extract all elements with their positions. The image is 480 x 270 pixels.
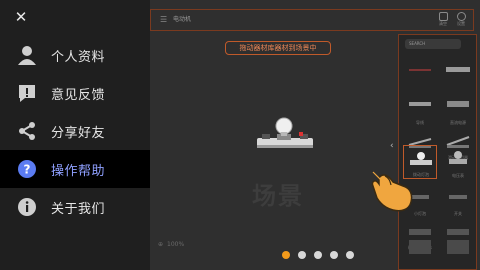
menu-item-label: 分享好友 — [51, 125, 106, 141]
equipment-item[interactable] — [403, 57, 437, 91]
search-input[interactable]: SEARCH — [405, 39, 461, 49]
equipment-item[interactable] — [441, 57, 475, 91]
page-indicator — [282, 251, 354, 259]
page-dot[interactable] — [314, 251, 322, 259]
gear-icon — [456, 12, 466, 21]
page-dot[interactable] — [298, 251, 306, 259]
menu-item-label: 意见反馈 — [51, 87, 106, 103]
equipment-thumb[interactable] — [409, 240, 431, 254]
equipment-item[interactable]: 开关 — [441, 183, 475, 217]
side-menu: ✕ 个人资料 意见反馈 分享好友 ? 操作帮助 关于我们 — [0, 0, 150, 270]
menu-icon[interactable]: ☰ — [160, 15, 170, 25]
close-icon[interactable]: ✕ — [12, 8, 30, 26]
crosshair-icon: ⊕ — [158, 241, 164, 248]
menu-item-label: 关于我们 — [51, 201, 106, 217]
trash-icon — [438, 12, 448, 21]
equipment-panel: SEARCH 导线 直流电源 滑动变阻器 拨动灯泡 电压表 小灯泡 开关 — [398, 34, 477, 270]
page-dot[interactable] — [330, 251, 338, 259]
settings-button[interactable]: 设置 — [455, 12, 467, 27]
equipment-item[interactable]: 导线 — [403, 92, 437, 126]
user-icon — [17, 45, 37, 65]
menu-item-feedback[interactable]: 意见反馈 — [0, 74, 150, 112]
menu-item-label: 操作帮助 — [51, 163, 106, 179]
arrow-left-icon: ‹ — [390, 141, 394, 151]
menu-item-label: 个人资料 — [51, 49, 106, 65]
menu-item-share[interactable]: 分享好友 — [0, 112, 150, 150]
zoom-label: 100% — [167, 241, 185, 248]
pointer-hand-icon — [365, 160, 420, 215]
equipment-thumb[interactable] — [447, 240, 469, 254]
clear-button[interactable]: 清空 — [437, 12, 449, 27]
page-dot[interactable] — [282, 251, 290, 259]
scene-watermark: 场景 — [252, 182, 304, 210]
menu-item-help[interactable]: ? 操作帮助 — [0, 150, 150, 188]
bulb-device[interactable] — [255, 114, 315, 154]
zoom-control[interactable]: ⊕ 100% — [158, 241, 184, 248]
page-dot[interactable] — [346, 251, 354, 259]
menu-item-about[interactable]: 关于我们 — [0, 188, 150, 226]
menu-item-profile[interactable]: 个人资料 — [0, 36, 150, 74]
equipment-item[interactable]: 电压表 — [441, 145, 475, 179]
equipment-item[interactable]: 直流电源 — [441, 92, 475, 126]
drag-hint: 拖动器材库器材到场景中 — [225, 41, 331, 55]
share-icon — [17, 121, 37, 141]
feedback-icon — [17, 83, 37, 103]
help-icon: ? — [17, 159, 37, 179]
info-icon — [17, 197, 37, 217]
top-toolbar: ☰ 电动机 清空 设置 — [150, 9, 474, 31]
svg-text:?: ? — [24, 163, 31, 177]
toolbar-title[interactable]: 电动机 — [173, 15, 191, 25]
